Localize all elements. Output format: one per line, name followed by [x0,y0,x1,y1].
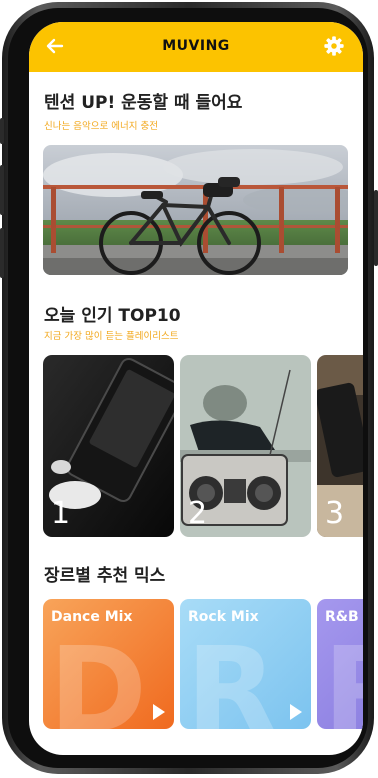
app-title: MUVING [162,38,230,54]
workout-banner[interactable] [43,145,348,275]
rnb-mix-card[interactable]: R R&B Mix [317,599,363,729]
top10-card-2[interactable]: 2 [180,355,311,537]
top10-section-subtitle: 지금 가장 많이 듣는 플레이리스트 [44,331,179,342]
top10-carousel[interactable]: 1 2 3 [43,355,363,537]
rank-number: 1 [51,496,71,531]
gear-icon[interactable] [323,35,345,57]
app-screen: MUVING 텐션 UP! 운동할 때 들어요 신나는 음악으로 에너지 충전 [29,22,363,755]
side-button [0,228,4,278]
top10-card-1[interactable]: 1 [43,355,174,537]
mix-letter: D [49,621,147,729]
app-header: MUVING [29,22,363,72]
side-button [0,165,4,215]
side-button [374,190,378,266]
top10-card-3[interactable]: 3 [317,355,363,537]
bicycle-photo [43,145,348,275]
genre-section-title: 장르별 추천 믹스 [44,566,166,586]
play-icon[interactable] [290,704,302,720]
dance-mix-card[interactable]: D Dance Mix [43,599,174,729]
mix-name: Dance Mix [51,609,133,625]
side-button [0,118,4,144]
workout-section-title: 텐션 UP! 운동할 때 들어요 [44,93,243,113]
mix-name: Rock Mix [188,609,259,625]
workout-section-subtitle: 신나는 음악으로 에너지 충전 [44,121,158,132]
rank-number: 2 [188,496,208,531]
mix-letter: R [186,621,277,729]
play-icon[interactable] [153,704,165,720]
mix-name: R&B Mix [325,609,363,625]
top10-section-title: 오늘 인기 TOP10 [44,306,181,326]
genre-mix-carousel[interactable]: D Dance Mix R Rock Mix R R&B Mix [43,599,363,729]
rock-mix-card[interactable]: R Rock Mix [180,599,311,729]
rank-number: 3 [325,496,345,531]
mix-letter: R [323,621,363,729]
